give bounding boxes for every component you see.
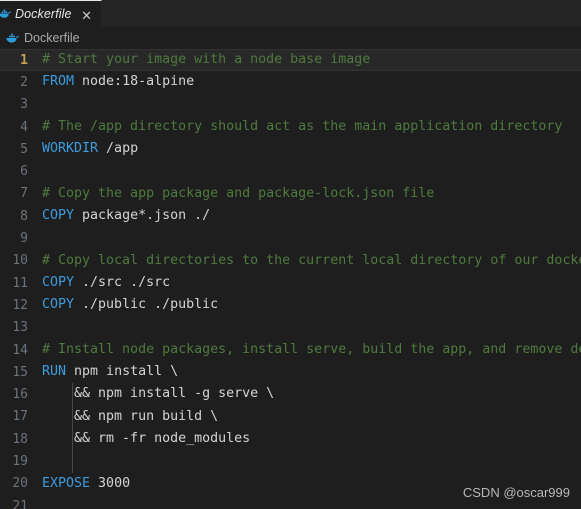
code-token: COPY [42,208,75,224]
code-token: && rm -fr node_modules [42,431,251,447]
code-line[interactable]: 9 [0,227,581,249]
code-line[interactable]: 18 && rm -fr node_modules [0,428,581,450]
code-token: ./src ./src [74,274,171,290]
code-line[interactable]: 17 && npm run build \ [0,406,581,428]
code-token: && npm install -g serve \ [42,386,275,402]
line-number: 1 [20,52,28,68]
code-token: /app [98,141,139,157]
watermark: CSDN @oscar999 [462,485,570,500]
editor-window: Dockerfile ✕ Dockerfile 1 # Start your im… [0,0,581,509]
code-line-content: # Copy local directories to the current … [38,250,581,272]
line-number: 2 [20,74,28,90]
code-token: package*.json ./ [74,208,211,224]
docker-whale-icon [5,31,20,46]
line-number: 7 [20,186,28,202]
code-line-content: COPY ./src ./src [38,272,170,294]
close-icon[interactable]: ✕ [80,5,94,24]
code-line-content: EXPOSE 3000 [38,473,130,495]
code-token: ./public ./public [74,297,219,313]
line-number: 13 [12,320,28,336]
code-line-content: RUN npm install \ [38,361,178,383]
code-token: # The /app directory should act as the m… [42,118,563,134]
line-number: 6 [20,164,28,180]
line-number: 8 [20,208,28,224]
line-number: 4 [20,119,28,135]
code-token: node:18-alpine [74,74,195,90]
code-line[interactable]: 8 COPY package*.json ./ [0,205,581,227]
line-number: 3 [20,97,28,113]
code-line-content: COPY package*.json ./ [38,205,210,227]
code-editor[interactable]: 1 # Start your image with a node base ima… [0,49,581,509]
code-line-content: && npm install -g serve \ [38,383,274,405]
code-line-content: # Copy the app package and package-lock.… [38,183,434,205]
code-token: WORKDIR [42,141,99,157]
tab-bar-empty-space [101,0,581,27]
line-number: 20 [12,476,28,492]
line-number: 17 [12,409,28,425]
code-token: COPY [42,297,75,313]
code-token: 3000 [90,475,131,491]
code-token: COPY [42,274,75,290]
code-token: # Install node packages, install serve, … [42,341,581,357]
line-number: 18 [12,431,28,447]
code-token: # Copy the app package and package-lock.… [42,185,435,201]
line-number: 12 [12,297,28,313]
line-number: 16 [12,387,28,403]
code-line[interactable]: 12 COPY ./public ./public [0,294,581,316]
line-number: 15 [12,364,28,380]
line-number: 5 [20,141,28,157]
code-line[interactable]: 1 # Start your image with a node base ima… [0,49,581,72]
code-line[interactable]: 10 # Copy local directories to the curren… [0,250,581,272]
line-number: 19 [12,453,28,469]
code-token: EXPOSE [42,475,91,491]
code-token: npm install \ [66,364,179,380]
code-token: && npm run build \ [42,408,219,424]
tab-bar: Dockerfile ✕ [0,0,581,27]
breadcrumb-label: Dockerfile [24,31,80,45]
code-line[interactable]: 15 RUN npm install \ [0,361,581,383]
code-token: # Copy local directories to the current … [42,252,581,268]
code-token: FROM [42,74,75,90]
code-line-content: && rm -fr node_modules [38,428,250,450]
code-line[interactable]: 2 FROM node:18-alpine [0,71,581,93]
code-line-content: # The /app directory should act as the m… [38,116,562,138]
code-line[interactable]: 19 [0,450,581,472]
code-line[interactable]: 14 # Install node packages, install serve… [0,339,581,361]
breadcrumb[interactable]: Dockerfile [0,27,581,49]
code-line[interactable]: 7 # Copy the app package and package-lock… [0,183,581,205]
line-number: 11 [12,275,28,291]
line-number: 10 [12,253,28,269]
code-line[interactable]: 16 && npm install -g serve \ [0,383,581,405]
code-lines[interactable]: 1 # Start your image with a node base ima… [0,49,581,509]
code-line-content: # Install node packages, install serve, … [38,339,581,361]
code-line-content: && npm run build \ [38,406,218,428]
code-line[interactable]: 6 [0,160,581,182]
code-line-content: WORKDIR /app [38,138,138,160]
code-line[interactable]: 3 [0,94,581,116]
code-line[interactable]: 4 # The /app directory should act as the … [0,116,581,138]
code-line[interactable]: 13 [0,317,581,339]
code-line[interactable]: 11 COPY ./src ./src [0,272,581,294]
code-line[interactable]: 5 WORKDIR /app [0,138,581,160]
code-line-content: COPY ./public ./public [38,294,218,316]
tab-dockerfile[interactable]: Dockerfile ✕ [0,0,102,27]
docker-whale-icon [0,7,12,21]
code-token: # Start your image with a node base imag… [42,52,371,67]
line-number: 21 [12,498,28,509]
line-number: 9 [20,231,28,247]
tab-label: Dockerfile [15,7,72,21]
code-line-content: # Start your image with a node base imag… [38,49,370,71]
line-number: 14 [12,342,28,358]
code-token: RUN [42,364,67,380]
code-line-content: FROM node:18-alpine [38,71,194,93]
